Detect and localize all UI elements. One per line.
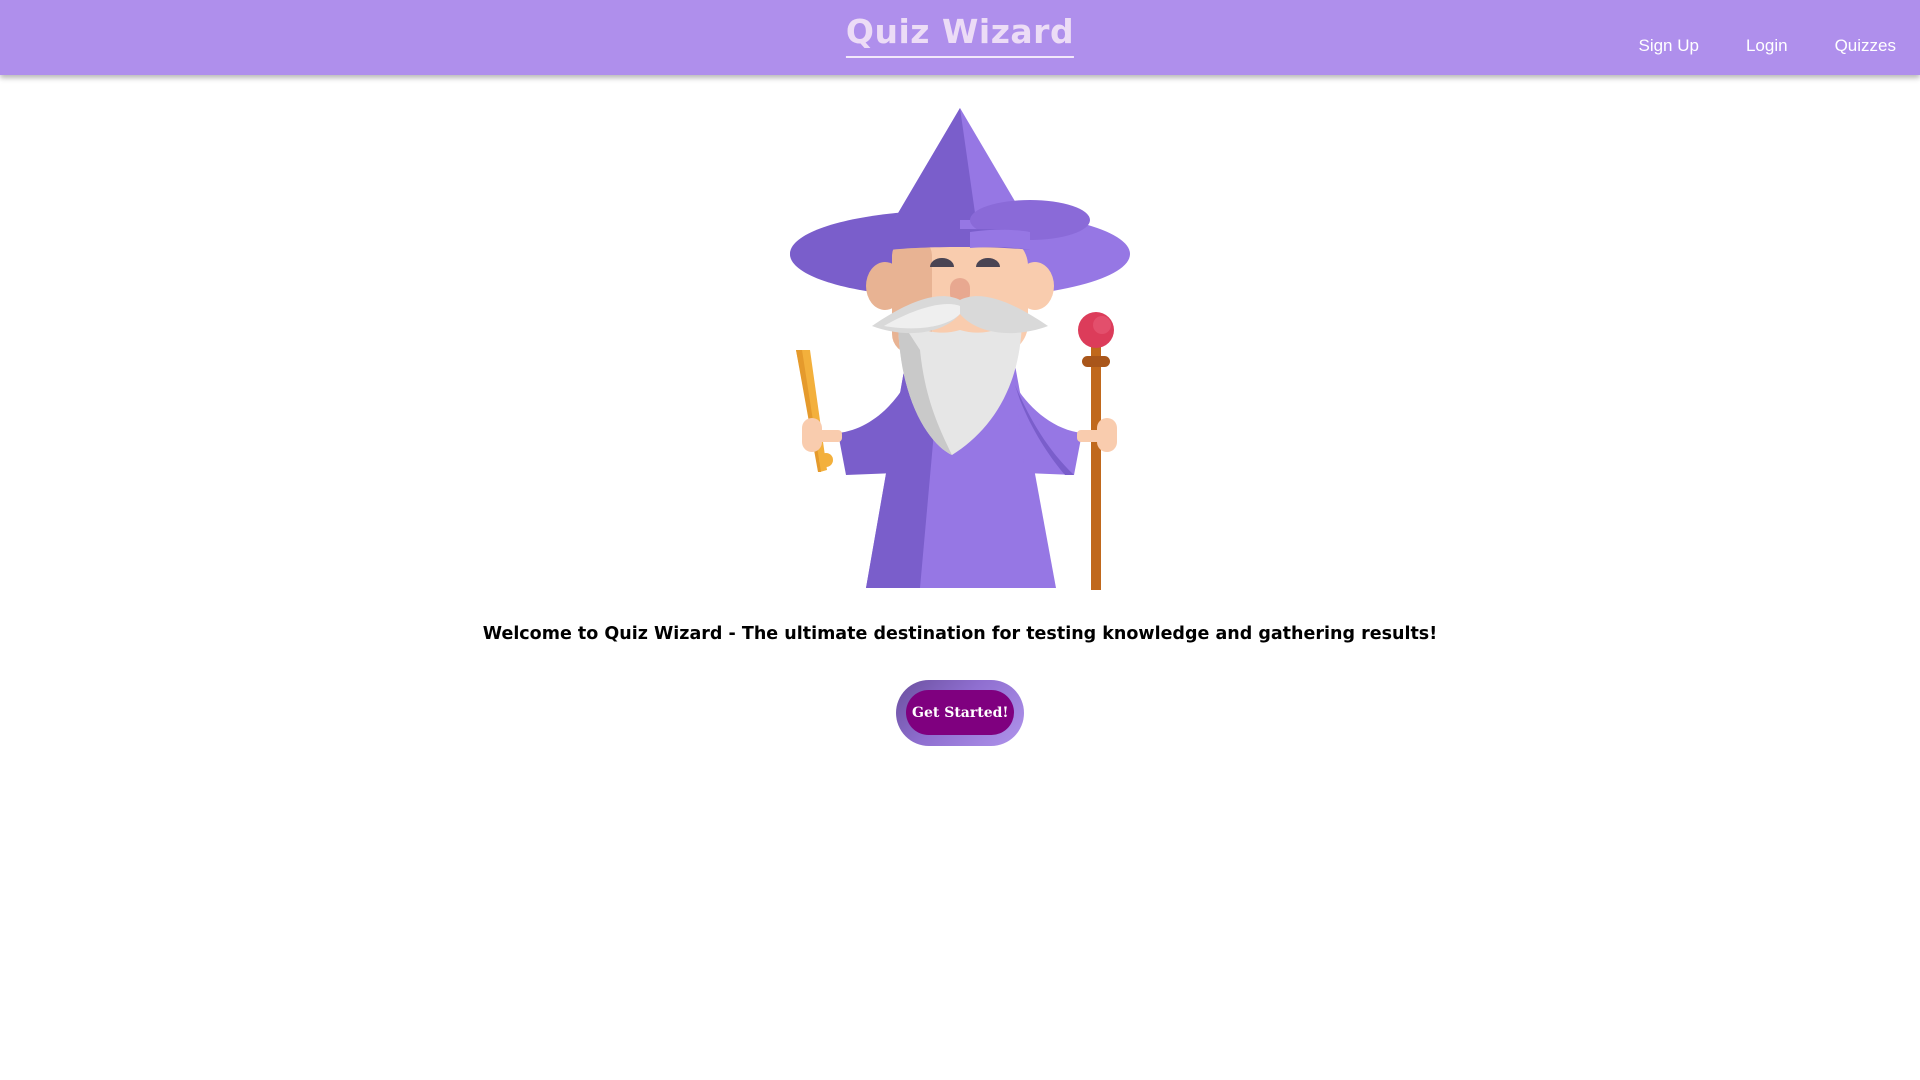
wizard-illustration — [790, 108, 1130, 590]
nav-login-link[interactable]: Login — [1746, 36, 1788, 56]
nav-signup-link[interactable]: Sign Up — [1638, 36, 1698, 56]
nav-links: Sign Up Login Quizzes — [1591, 36, 1896, 56]
site-title[interactable]: Quiz Wizard — [845, 13, 1075, 59]
top-navbar: Quiz Wizard Sign Up Login Quizzes — [0, 0, 1920, 75]
welcome-message: Welcome to Quiz Wizard - The ultimate de… — [482, 624, 1438, 644]
get-started-button-frame: Get Started! — [896, 680, 1024, 746]
nav-quizzes-link[interactable]: Quizzes — [1835, 36, 1896, 56]
get-started-button[interactable]: Get Started! — [906, 690, 1014, 735]
wand-icon — [796, 350, 833, 472]
